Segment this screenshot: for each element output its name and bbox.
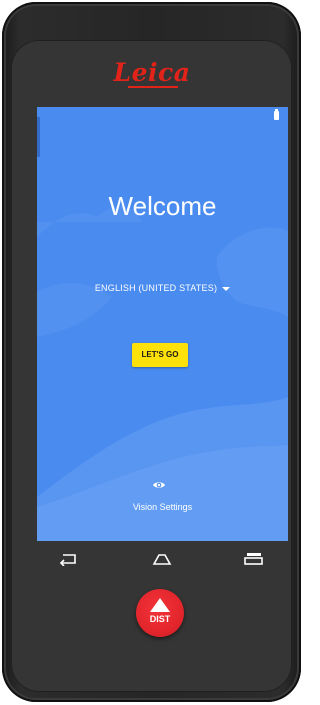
screen: Welcome ENGLISH (UNITED STATES) LET'S GO… <box>37 107 288 541</box>
dist-button-label: DIST <box>149 614 171 624</box>
home-icon[interactable] <box>150 552 174 566</box>
chevron-down-icon <box>222 286 231 291</box>
dist-button[interactable]: DIST <box>136 589 184 637</box>
language-select-label: ENGLISH (UNITED STATES) <box>94 283 218 293</box>
navigation-bar <box>37 548 288 570</box>
recents-icon[interactable] <box>242 552 266 566</box>
page-title: Welcome <box>108 191 217 221</box>
brand-logo: Leica <box>113 58 191 87</box>
eye-icon[interactable] <box>152 480 166 490</box>
brand-logo-underline <box>128 86 178 88</box>
background-waves <box>37 117 288 541</box>
back-icon[interactable] <box>57 552 81 566</box>
lets-go-button[interactable]: LET'S GO <box>132 343 188 367</box>
vision-settings-link[interactable]: Vision Settings <box>37 502 288 512</box>
language-select[interactable]: ENGLISH (UNITED STATES) <box>37 283 288 293</box>
battery-icon <box>274 109 279 120</box>
triangle-up-icon <box>150 598 170 612</box>
